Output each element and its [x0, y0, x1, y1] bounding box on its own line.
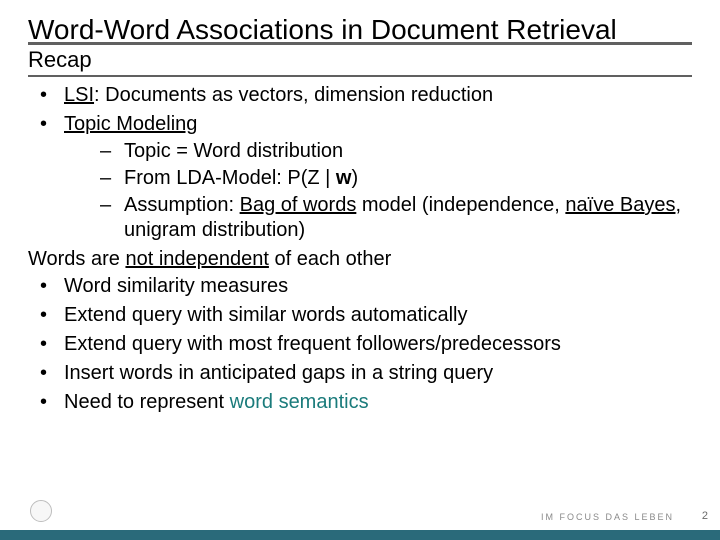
- sub-assumption: Assumption: Bag of words model (independ…: [100, 193, 692, 243]
- topic-modeling-term: Topic Modeling: [64, 113, 197, 135]
- lda-pre: From LDA-Model: P(Z |: [124, 167, 336, 189]
- sub-list: Topic = Word distribution From LDA-Model…: [64, 139, 692, 243]
- bullet-insert-gaps: Insert words in anticipated gaps in a st…: [40, 361, 692, 386]
- bullet-lsi: LSI: Documents as vectors, dimension red…: [40, 83, 692, 108]
- sem-pre: Need to represent: [64, 391, 230, 413]
- bag-of-words: Bag of words: [240, 194, 357, 216]
- seal-icon: [30, 500, 52, 522]
- footer-bar: [0, 530, 720, 540]
- lsi-rest: : Documents as vectors, dimension reduct…: [94, 84, 493, 106]
- stmt-underline: not independent: [125, 248, 268, 270]
- page-number: 2: [702, 510, 708, 522]
- assump-mid: model (independence,: [356, 194, 565, 216]
- slide-title: Word-Word Associations in Document Retri…: [28, 14, 692, 46]
- lda-post: ): [351, 167, 358, 189]
- slide-content: LSI: Documents as vectors, dimension red…: [28, 83, 692, 415]
- bullet-topic-modeling: Topic Modeling Topic = Word distribution…: [40, 112, 692, 243]
- stmt-pre: Words are: [28, 248, 125, 270]
- assump-pre: Assumption:: [124, 194, 240, 216]
- bullet-list: LSI: Documents as vectors, dimension red…: [28, 83, 692, 243]
- slide-subtitle: Recap: [28, 47, 692, 73]
- bullet-list-2: Word similarity measures Extend query wi…: [28, 274, 692, 415]
- sem-highlight: word semantics: [230, 391, 369, 413]
- bullet-semantics: Need to represent word semantics: [40, 390, 692, 415]
- statement-independence: Words are not independent of each other: [28, 247, 692, 272]
- bullet-similarity: Word similarity measures: [40, 274, 692, 299]
- lda-w: w: [336, 167, 352, 189]
- bullet-extend-freq: Extend query with most frequent follower…: [40, 332, 692, 357]
- naive-bayes: naïve Bayes: [565, 194, 675, 216]
- slide: Word-Word Associations in Document Retri…: [0, 0, 720, 540]
- sub-lda: From LDA-Model: P(Z | w): [100, 166, 692, 191]
- stmt-post: of each other: [269, 248, 391, 270]
- lsi-term: LSI: [64, 84, 94, 106]
- subtitle-underline: [28, 75, 692, 77]
- footer-brand: IM FOCUS DAS LEBEN: [541, 512, 674, 522]
- bullet-extend-similar: Extend query with similar words automati…: [40, 303, 692, 328]
- sub-topic-dist: Topic = Word distribution: [100, 139, 692, 164]
